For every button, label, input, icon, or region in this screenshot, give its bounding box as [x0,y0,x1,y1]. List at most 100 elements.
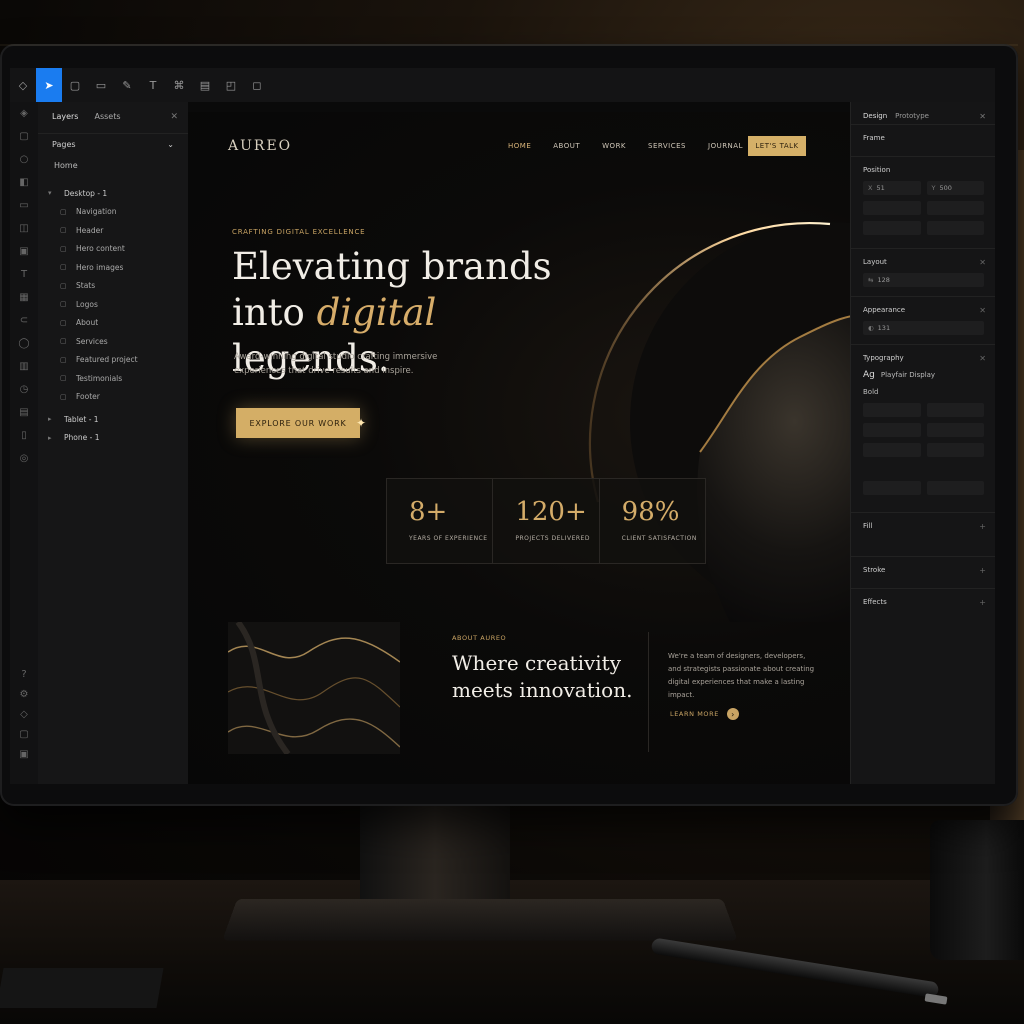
layer-desktop[interactable]: ▾ Desktop - 1 [38,184,188,203]
align-field[interactable] [863,443,921,457]
caret-right-icon[interactable]: ▸ [48,434,58,442]
tab-prototype[interactable]: Prototype [895,112,929,120]
component-icon[interactable]: ◫ [10,217,38,240]
text-style-field[interactable] [926,481,984,495]
design-canvas[interactable]: AUREO HOME ABOUT WORK SERVICES JOURNAL L… [188,102,850,784]
library-icon[interactable]: ▥ [10,355,38,378]
text-options-field[interactable] [863,481,921,495]
history-icon[interactable]: ◷ [10,378,38,401]
shape-tool-icon[interactable]: ▭ [88,68,114,102]
code-icon[interactable]: ▢ [10,724,38,744]
hero-subtext: Award-winning digital studio crafting im… [234,352,438,376]
frame-layer-icon: ▢ [60,355,67,364]
frame-icon[interactable]: ◧ [10,171,38,194]
rotation-field[interactable] [863,221,921,235]
font-family-row[interactable]: Ag Playfair Display [851,366,995,384]
close-icon[interactable]: ✕ [979,112,986,121]
layer-logos[interactable]: ▢ Logos [38,295,188,314]
layout-field[interactable]: ⇆ 128 [863,273,984,287]
grid-icon[interactable]: ▦ [10,286,38,309]
page-home[interactable]: Home [38,155,188,176]
layer-phone[interactable]: ▸ Phone - 1 [38,429,188,448]
frame-tool-icon[interactable]: ▢ [62,68,88,102]
shape-icon[interactable]: ◯ [10,332,38,355]
layer-hero-content[interactable]: ▢ Hero content [38,240,188,259]
learn-more-link[interactable]: LEARN MORE › [670,708,739,720]
pen-tool-icon[interactable]: ✎ [114,68,140,102]
share-icon[interactable]: ▣ [10,744,38,764]
text-tool-icon[interactable]: T [140,68,166,102]
tab-layers[interactable]: Layers [52,112,78,121]
pages-header[interactable]: Pages ⌄ [38,133,188,155]
close-icon[interactable]: ✕ [979,258,986,267]
search-icon[interactable]: ○ [10,148,38,171]
settings-icon[interactable]: ⚙ [10,684,38,704]
font-weight-row[interactable]: Bold [851,384,995,400]
caret-right-icon[interactable]: ▸ [48,415,58,423]
menu-icon[interactable]: ◇ [10,68,36,102]
export-icon[interactable]: ▤ [10,401,38,424]
tab-assets[interactable]: Assets [94,112,120,121]
page-icon[interactable]: ▭ [10,194,38,217]
monitor-stand-base [222,898,738,941]
headline-italic: digital [316,291,437,334]
link-icon[interactable]: ⊂ [10,309,38,332]
opacity-field[interactable]: ◐ 131 [863,321,984,335]
mug [930,820,1024,960]
stat-item: 120+ PROJECTS DELIVERED [493,479,600,563]
add-icon[interactable]: + [979,598,986,607]
site-logo[interactable]: AUREO [228,138,292,154]
layer-featured-project[interactable]: ▢ Featured project [38,351,188,370]
letter-spacing-field[interactable] [863,423,921,437]
layer-tablet[interactable]: ▸ Tablet - 1 [38,410,188,429]
image-icon[interactable]: ▣ [10,240,38,263]
layer-hero-images[interactable]: ▢ Hero images [38,258,188,277]
width-field[interactable] [863,201,921,215]
layers-icon[interactable]: ◈ [10,102,38,125]
explore-our-work-button[interactable]: EXPLORE OUR WORK [236,408,360,438]
decoration-field[interactable] [926,443,984,457]
add-icon[interactable]: + [979,522,986,531]
plugin-tool-icon[interactable]: ◻ [244,68,270,102]
nav-services[interactable]: SERVICES [648,142,686,150]
layer-about[interactable]: ▢ About [38,314,188,333]
nav-home[interactable]: HOME [508,142,531,150]
tab-design[interactable]: Design [863,112,887,120]
nav-work[interactable]: WORK [602,142,626,150]
device-icon[interactable]: ▯ [10,424,38,447]
nav-about[interactable]: ABOUT [553,142,580,150]
move-tool-icon[interactable]: ➤ [36,68,62,102]
shield-icon[interactable]: ◇ [10,704,38,724]
headline-into: into [232,291,305,334]
keyboard [0,968,164,1008]
close-icon[interactable]: ✕ [170,112,178,122]
height-field[interactable] [926,201,984,215]
line-height-field[interactable] [926,403,984,417]
add-icon[interactable]: + [979,566,986,575]
layer-stats[interactable]: ▢ Stats [38,277,188,296]
pos-x-field[interactable]: X 51 [863,181,921,195]
close-icon[interactable]: ✕ [979,306,986,315]
layer-header[interactable]: ▢ Header [38,221,188,240]
layer-services[interactable]: ▢ Services [38,332,188,351]
caret-down-icon[interactable]: ▾ [48,189,58,197]
hero-eyebrow: CRAFTING DIGITAL EXCELLENCE [232,228,366,236]
font-size-field[interactable] [863,403,921,417]
layer-navigation[interactable]: ▢ Navigation [38,203,188,222]
hand-tool-icon[interactable]: ◰ [218,68,244,102]
pos-y-field[interactable]: Y 500 [926,181,984,195]
comment-tool-icon[interactable]: ▤ [192,68,218,102]
layer-footer[interactable]: ▢ Footer [38,388,188,407]
close-icon[interactable]: ✕ [979,354,986,363]
paragraph-field[interactable] [926,423,984,437]
help-icon[interactable]: ? [10,664,38,684]
nav-journal[interactable]: JOURNAL [708,142,743,150]
lets-talk-button[interactable]: LET'S TALK [748,136,806,156]
plugins-icon[interactable]: ◎ [10,447,38,470]
text-icon[interactable]: T [10,263,38,286]
component-tool-icon[interactable]: ⌘ [166,68,192,102]
chevron-down-icon[interactable]: ⌄ [167,140,174,149]
assets-icon[interactable]: ▢ [10,125,38,148]
layer-testimonials[interactable]: ▢ Testimonials [38,369,188,388]
radius-field[interactable] [926,221,984,235]
